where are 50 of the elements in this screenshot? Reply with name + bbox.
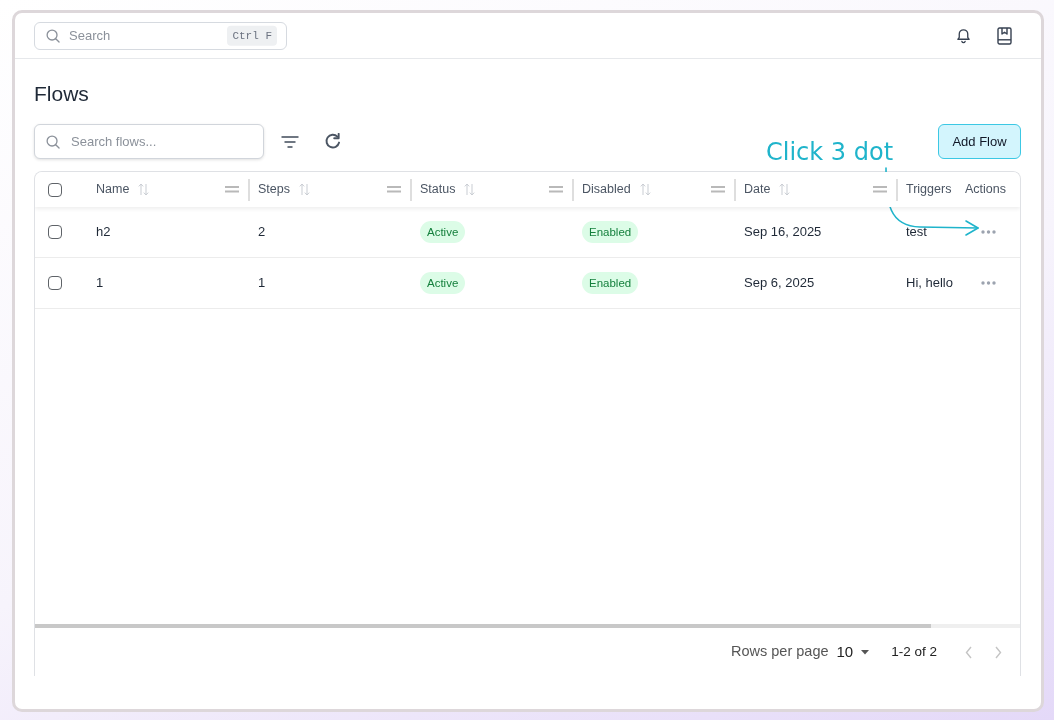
horizontal-scrollbar[interactable] xyxy=(35,624,932,628)
column-header[interactable]: Status xyxy=(420,180,456,199)
drag-handle-icon[interactable] xyxy=(711,186,725,193)
drag-handle-icon[interactable] xyxy=(225,186,239,193)
sort-icon[interactable] xyxy=(298,183,310,196)
sort-icon[interactable] xyxy=(639,183,651,196)
bell-icon[interactable] xyxy=(955,27,972,44)
table-cell-text: h2 xyxy=(96,223,111,242)
sort-icon[interactable] xyxy=(779,183,791,196)
refresh-icon[interactable] xyxy=(324,133,341,150)
table-cell-text: 1 xyxy=(96,274,104,293)
column-header[interactable]: Steps xyxy=(258,180,290,199)
search-icon xyxy=(46,28,60,43)
table-cell-text: 1 xyxy=(258,274,266,293)
select-all-checkbox[interactable] xyxy=(48,182,62,197)
shortcut-hint: Ctrl F xyxy=(227,25,277,46)
status-pill: Active xyxy=(420,272,466,294)
search-icon xyxy=(46,134,60,149)
table-cell-text: Sep 6, 2025 xyxy=(744,274,815,293)
sort-icon[interactable] xyxy=(138,183,150,196)
row-checkbox[interactable] xyxy=(48,225,62,239)
column-header[interactable]: Disabled xyxy=(582,180,631,199)
column-header[interactable]: Triggers xyxy=(906,180,952,199)
row-checkbox[interactable] xyxy=(48,276,62,290)
drag-handle-icon[interactable] xyxy=(387,186,401,193)
rows-per-page-select[interactable]: 10 xyxy=(836,640,854,664)
drag-handle-icon[interactable] xyxy=(873,186,887,193)
page-title: Flows xyxy=(34,81,89,106)
filter-icon[interactable] xyxy=(281,135,299,148)
search-flows-field[interactable]: Search flows... xyxy=(34,124,264,159)
table-cell-text: test xyxy=(906,223,927,242)
sort-icon[interactable] xyxy=(464,183,476,196)
column-header[interactable]: Date xyxy=(744,180,771,199)
add-flow-button[interactable]: Add Flow xyxy=(938,124,1021,159)
drag-handle-icon[interactable] xyxy=(549,186,563,193)
table-cell-text: 2 xyxy=(258,223,266,242)
status-pill: Active xyxy=(420,221,466,243)
book-icon[interactable] xyxy=(997,26,1012,45)
rows-per-page-label: Rows per page xyxy=(731,642,829,662)
annotation-text: Click 3 dot xyxy=(766,138,894,167)
more-icon[interactable] xyxy=(981,281,996,285)
table-cell-text: Hi, hello xyxy=(906,274,953,293)
status-pill: Enabled xyxy=(582,272,639,294)
table-cell-text: Sep 16, 2025 xyxy=(744,223,822,242)
caret-icon[interactable] xyxy=(861,649,870,655)
status-pill: Enabled xyxy=(582,221,639,243)
column-header[interactable]: Name xyxy=(96,180,130,199)
page-range: 1-2 of 2 xyxy=(891,642,937,661)
more-icon[interactable] xyxy=(981,230,996,234)
column-header: Actions xyxy=(965,181,1006,199)
